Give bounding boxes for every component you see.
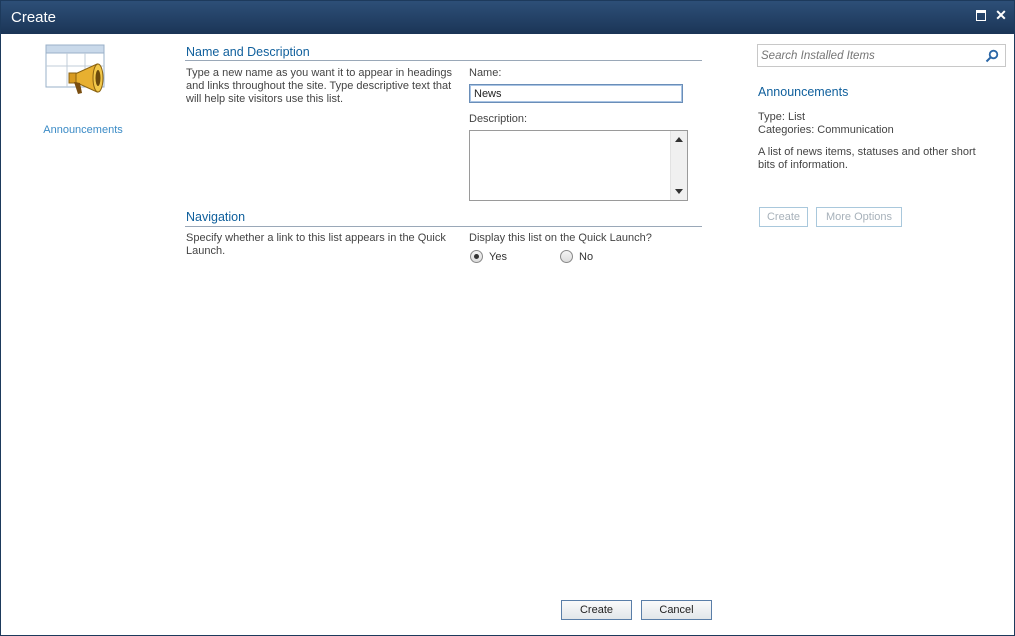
cancel-button[interactable]: Cancel bbox=[641, 600, 712, 620]
create-dialog: Create ✕ Announcements Name and Descript… bbox=[0, 0, 1015, 636]
description-textarea[interactable] bbox=[469, 130, 688, 201]
scroll-down-icon[interactable] bbox=[675, 189, 683, 194]
search-icon[interactable] bbox=[985, 49, 999, 63]
maximize-icon[interactable] bbox=[974, 8, 988, 22]
details-categories: Categories: Communication bbox=[758, 124, 894, 136]
navigation-section-help: Specify whether a link to this list appe… bbox=[186, 232, 446, 257]
announcements-list-icon bbox=[45, 44, 105, 94]
description-scrollbar[interactable] bbox=[670, 131, 687, 200]
scroll-up-icon[interactable] bbox=[675, 137, 683, 142]
name-section-help: Type a new name as you want it to appear… bbox=[186, 67, 453, 105]
section-divider bbox=[185, 226, 702, 227]
details-description: A list of news items, statuses and other… bbox=[758, 146, 976, 171]
name-input[interactable] bbox=[469, 84, 683, 103]
section-title-navigation: Navigation bbox=[186, 210, 246, 224]
dialog-title: Create bbox=[11, 9, 57, 26]
search-input[interactable] bbox=[761, 48, 976, 64]
section-title-name-description: Name and Description bbox=[186, 45, 310, 59]
details-type: Type: List bbox=[758, 111, 806, 123]
close-icon[interactable]: ✕ bbox=[994, 8, 1008, 22]
yes-label: Yes bbox=[489, 251, 507, 263]
no-label: No bbox=[579, 251, 594, 263]
search-box bbox=[757, 44, 1006, 67]
details-title: Announcements bbox=[758, 85, 849, 99]
create-button[interactable]: Create bbox=[561, 600, 632, 620]
description-label: Description: bbox=[469, 113, 528, 125]
template-name-link[interactable]: Announcements bbox=[1, 124, 165, 136]
more-options-button[interactable]: More Options bbox=[816, 207, 902, 227]
section-divider bbox=[185, 60, 702, 61]
quick-launch-no-radio[interactable] bbox=[560, 250, 573, 263]
quick-launch-yes-radio[interactable] bbox=[470, 250, 483, 263]
quick-launch-question: Display this list on the Quick Launch? bbox=[469, 232, 652, 244]
name-label: Name: bbox=[469, 67, 502, 79]
title-bar: Create ✕ bbox=[1, 1, 1014, 34]
side-create-button[interactable]: Create bbox=[759, 207, 808, 227]
